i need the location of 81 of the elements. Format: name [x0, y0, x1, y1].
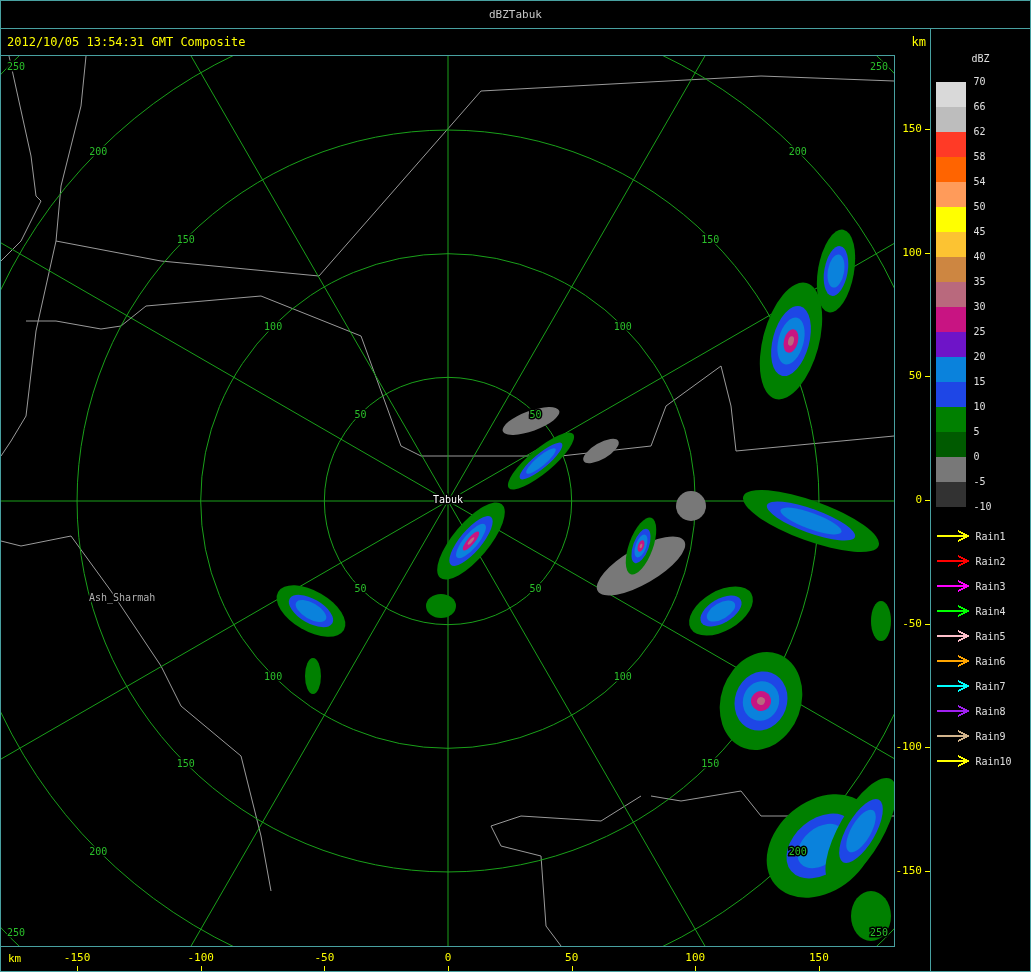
legend-title: dBZ — [971, 53, 990, 64]
scale-label: -5 — [973, 476, 987, 489]
range-label: 150 — [176, 758, 195, 770]
tick-mark — [925, 747, 930, 749]
range-label: 250 — [6, 61, 26, 72]
axis-tick-label: 50 — [565, 951, 579, 964]
range-label: 200 — [89, 845, 108, 857]
tick-mark — [695, 966, 697, 971]
scale-label: 45 — [973, 226, 987, 239]
axis-tick-label: 150 — [902, 122, 922, 136]
scale-label: 15 — [973, 376, 987, 389]
scale-label: 40 — [973, 251, 987, 264]
scale-label: 62 — [973, 126, 987, 139]
axis-tick-label: 100 — [685, 951, 706, 964]
range-label: 200 — [89, 146, 108, 158]
range-label: 250 — [869, 61, 889, 72]
range-label: 50 — [529, 583, 542, 595]
scale-label: -10 — [973, 501, 992, 514]
tick-mark — [448, 966, 449, 971]
track-label: Rain4 — [975, 605, 1006, 617]
range-label: 50 — [354, 408, 367, 420]
track-label: Rain6 — [975, 655, 1006, 667]
scale-label: 5 — [973, 426, 981, 439]
tick-mark — [324, 966, 326, 971]
tick-mark — [925, 252, 930, 254]
track-label: Rain5 — [975, 630, 1006, 642]
tick-mark — [77, 966, 79, 971]
place-label: Tabuk — [432, 494, 464, 505]
scale-label: 20 — [973, 351, 987, 364]
axis-tick-label: 50 — [908, 369, 922, 384]
range-label: 200 — [788, 845, 807, 857]
scale-label: 50 — [973, 201, 987, 214]
scale-label: 25 — [973, 326, 987, 339]
tick-mark — [925, 499, 930, 501]
range-label: 150 — [701, 233, 720, 245]
scale-label: 70 — [973, 76, 987, 89]
scale-label: 30 — [973, 301, 987, 314]
axis-tick-label: 150 — [809, 951, 829, 964]
track-label: Rain1 — [975, 530, 1006, 542]
scale-label: 58 — [973, 151, 987, 164]
range-label: 150 — [176, 233, 195, 245]
track-label: Rain7 — [975, 680, 1006, 692]
range-label: 100 — [613, 670, 632, 682]
track-label: Rain3 — [975, 580, 1006, 592]
scale-label: 35 — [973, 276, 987, 289]
range-label: 50 — [529, 408, 542, 420]
axis-tick-label: -50 — [314, 951, 335, 964]
tick-mark — [925, 870, 930, 872]
tick-mark — [571, 966, 573, 971]
tick-mark — [925, 376, 930, 378]
scale-label: 54 — [973, 176, 987, 189]
range-label: 100 — [613, 321, 632, 333]
scale-label: 10 — [973, 401, 987, 414]
window-title: dBZTabuk — [489, 8, 542, 21]
track-label: Rain9 — [975, 730, 1006, 742]
track-label: Rain2 — [975, 555, 1006, 567]
scale-label: 0 — [973, 451, 981, 464]
tick-mark — [925, 623, 930, 625]
axis-tick-label: 100 — [902, 245, 922, 260]
tick-mark — [925, 129, 930, 130]
range-label: 200 — [788, 146, 807, 158]
axis-tick-label: 0 — [444, 951, 452, 964]
range-label: 50 — [354, 583, 367, 595]
range-label: 150 — [701, 758, 720, 770]
tick-mark — [818, 966, 820, 971]
track-label: Rain10 — [975, 755, 1012, 767]
axis-tick-label: 0 — [915, 492, 922, 507]
range-label: 100 — [264, 321, 283, 333]
axis-unit-label: km — [8, 952, 22, 965]
range-label: 100 — [264, 670, 283, 682]
axis-tick-label: -150 — [895, 863, 922, 878]
axis-tick-label: -100 — [187, 951, 214, 964]
range-label: 250 — [6, 927, 26, 938]
scale-label: 66 — [973, 101, 987, 114]
timestamp-text: 2012/10/05 13:54:31 GMT Composite — [7, 35, 246, 49]
axis-tick-label: -150 — [63, 951, 91, 964]
axis-tick-label: -50 — [902, 616, 922, 631]
unit-label: km — [911, 35, 926, 49]
tick-mark — [200, 966, 202, 971]
axis-tick-label: -100 — [895, 740, 922, 755]
track-label: Rain8 — [975, 705, 1006, 717]
